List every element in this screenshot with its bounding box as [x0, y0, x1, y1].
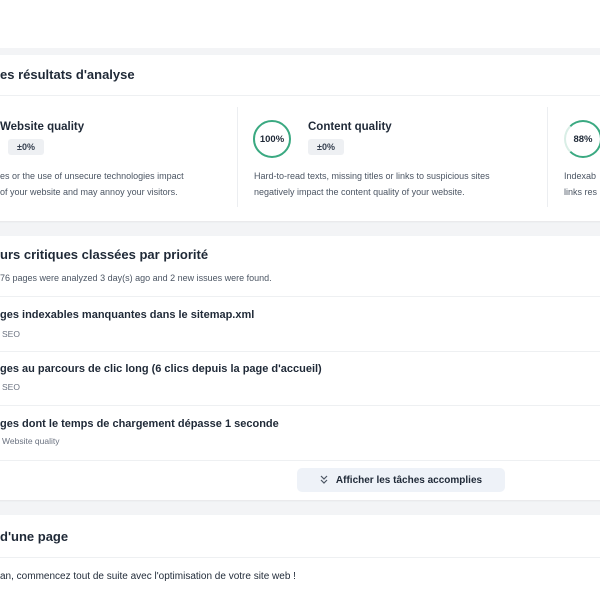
analysis-results-title: es résultats d'analyse — [0, 67, 135, 82]
divider — [0, 95, 600, 96]
score-ring: 100% — [253, 120, 291, 158]
quality-card-description: es or the use of unsecure technologies i… — [0, 171, 184, 197]
critical-errors-card: urs critiques classées par priorité 76 p… — [0, 236, 600, 500]
score-value: 88% — [573, 133, 593, 145]
score-ring: 88% — [564, 120, 600, 158]
quality-card-description: Indexab links res — [564, 171, 598, 197]
page-optimization-text: an, commencez tout de suite avec l'optim… — [0, 571, 296, 582]
page-optimization-card: d'une page — [0, 515, 600, 615]
task-category: SEO — [2, 329, 20, 339]
divider — [0, 460, 600, 461]
quality-change-badge: ±0% — [8, 139, 44, 155]
divider — [0, 296, 600, 297]
quality-card-title: Content quality — [308, 121, 392, 133]
show-completed-label: Afficher les tâches accomplies — [335, 474, 483, 486]
task-title: ges dont le temps de chargement dépasse … — [0, 418, 279, 430]
divider — [0, 557, 600, 558]
task-title: ges au parcours de clic long (6 clics de… — [0, 363, 322, 375]
analysis-results-card: es résultats d'analyse Website quality ±… — [0, 55, 600, 221]
chevrons-down-icon — [320, 475, 328, 486]
quality-card-description: Hard-to-read texts, missing titles or li… — [254, 171, 490, 197]
score-value: 100% — [259, 133, 285, 145]
divider — [0, 351, 600, 352]
critical-errors-title: urs critiques classées par priorité — [0, 247, 209, 262]
top-bar — [0, 0, 600, 48]
divider — [0, 405, 600, 406]
quality-card-title: Website quality — [0, 121, 85, 133]
task-title: ges indexables manquantes dans le sitema… — [0, 309, 255, 321]
divider — [237, 107, 238, 207]
quality-change-badge: ±0% — [308, 139, 344, 155]
analysis-summary: 76 pages were analyzed 3 day(s) ago and … — [0, 273, 272, 283]
task-category: SEO — [2, 382, 20, 392]
divider — [547, 107, 548, 207]
page-optimization-title: d'une page — [0, 529, 69, 544]
show-completed-tasks-button[interactable]: Afficher les tâches accomplies — [297, 468, 505, 492]
task-category: Website quality — [2, 436, 60, 446]
